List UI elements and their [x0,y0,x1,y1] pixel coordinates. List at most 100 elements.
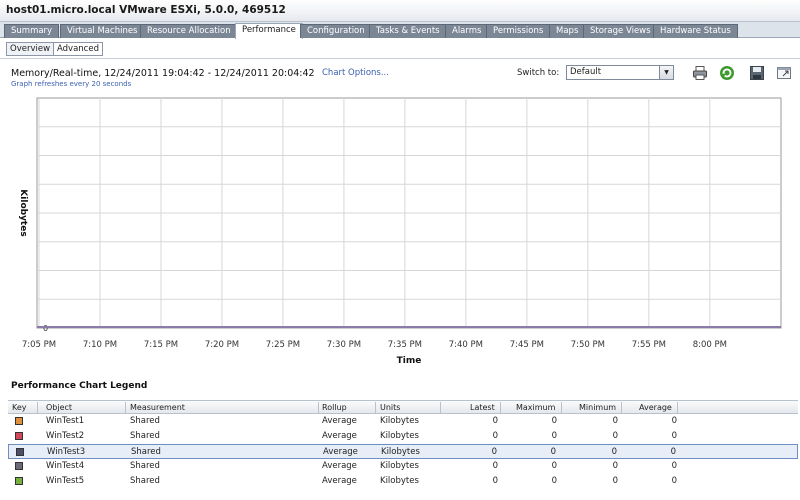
save-icon[interactable] [749,65,765,81]
x-tick-label: 7:55 PM [632,340,666,350]
switch-to-label: Switch to: [517,68,560,78]
col-maximum[interactable]: Maximum [516,402,555,414]
legend-cell-average: 0 [671,476,677,486]
legend-cell-maximum: 0 [551,461,557,471]
legend-cell-units: Kilobytes [381,447,420,457]
legend-cell-rollup: Average [322,431,357,441]
switch-to-value: Default [570,67,602,77]
legend-cell-object: WinTest3 [47,447,86,457]
legend-cell-measurement: Shared [130,416,160,426]
tab-summary[interactable]: Summary [4,24,60,38]
legend-cell-rollup: Average [322,476,357,486]
popout-icon[interactable] [776,65,792,81]
printer-icon[interactable] [692,65,708,81]
legend-cell-maximum: 0 [550,447,556,457]
refresh-note: Graph refreshes every 20 seconds [11,80,132,88]
x-tick-label: 7:40 PM [449,340,483,350]
legend-cell-units: Kilobytes [380,416,419,426]
legend-cell-minimum: 0 [612,431,618,441]
series-color-swatch [16,448,24,456]
x-tick-label: 7:50 PM [571,340,605,350]
legend-cell-minimum: 0 [611,447,617,457]
tab-alarms[interactable]: Alarms [445,24,489,38]
x-tick-label: 7:15 PM [144,340,178,350]
legend-cell-units: Kilobytes [380,431,419,441]
legend-cell-maximum: 0 [551,416,557,426]
col-units[interactable]: Units [380,402,400,414]
legend-cell-maximum: 0 [551,431,557,441]
subtab-advanced[interactable]: Advanced [53,42,103,56]
chart-title: Memory/Real-time, 12/24/2011 19:04:42 - … [11,68,315,79]
col-rollup[interactable]: Rollup [322,402,347,414]
x-tick-label: 7:20 PM [205,340,239,350]
x-tick-label: 7:05 PM [22,340,56,350]
legend-cell-measurement: Shared [130,431,160,441]
refresh-icon[interactable] [719,65,735,81]
col-object[interactable]: Object [46,402,72,414]
legend-cell-object: WinTest2 [46,431,85,441]
legend-cell-object: WinTest4 [46,461,85,471]
legend-table: Key Object Measurement Rollup Units Late… [8,400,798,489]
legend-row-wintest4[interactable]: WinTest4 Shared Average Kilobytes 0 0 0 0 [8,459,798,474]
tab-configuration[interactable]: Configuration [300,24,372,38]
tab-permissions[interactable]: Permissions [486,24,551,38]
window-title: host01.micro.local VMware ESXi, 5.0.0, 4… [6,4,286,16]
legend-cell-minimum: 0 [612,476,618,486]
legend-row-wintest1[interactable]: WinTest1 Shared Average Kilobytes 0 0 0 0 [8,414,798,429]
legend-rows: WinTest1 Shared Average Kilobytes 0 0 0 0 WinTes… [8,414,798,489]
legend-cell-minimum: 0 [612,416,618,426]
legend-cell-maximum: 0 [551,476,557,486]
legend-cell-measurement: Shared [130,476,160,486]
legend-cell-units: Kilobytes [380,476,419,486]
tab-resource-allocation[interactable]: Resource Allocation [140,24,238,38]
series-color-swatch [15,462,23,470]
legend-cell-latest: 0 [492,461,498,471]
x-tick-label: 7:30 PM [327,340,361,350]
tab-maps[interactable]: Maps [549,24,586,38]
legend-cell-average: 0 [670,447,676,457]
legend-row-wintest3[interactable]: WinTest3 Shared Average Kilobytes 0 0 0 0 [8,444,798,459]
col-average[interactable]: Average [639,402,672,414]
col-key[interactable]: Key [12,402,27,414]
tab-performance[interactable]: Performance [235,23,303,39]
x-tick-label: 8:00 PM [693,340,727,350]
y-axis-label: Kilobytes [18,189,28,236]
sub-tab-bar: Overview Advanced [0,39,800,59]
legend-cell-latest: 0 [491,447,497,457]
legend-cell-measurement: Shared [131,447,161,457]
main-tab-bar: Summary Virtual Machines Resource Allocati… [0,22,800,39]
col-minimum[interactable]: Minimum [579,402,616,414]
legend-row-wintest2[interactable]: WinTest2 Shared Average Kilobytes 0 0 0 0 [8,429,798,444]
tab-storage-views[interactable]: Storage Views [583,24,658,38]
legend-cell-average: 0 [671,461,677,471]
legend-header-row: Key Object Measurement Rollup Units Late… [8,400,798,414]
chart-options-link[interactable]: Chart Options... [322,68,389,78]
chevron-down-icon[interactable]: ▼ [659,66,673,79]
legend-cell-average: 0 [671,416,677,426]
legend-cell-units: Kilobytes [380,461,419,471]
legend-cell-average: 0 [671,431,677,441]
y-tick-label: 0 [43,324,48,333]
legend-cell-measurement: Shared [130,461,160,471]
legend-cell-rollup: Average [323,447,358,457]
legend-cell-latest: 0 [492,416,498,426]
tab-virtual-machines[interactable]: Virtual Machines [60,24,145,38]
col-measurement[interactable]: Measurement [130,402,185,414]
legend-title: Performance Chart Legend [11,381,148,391]
x-tick-label: 7:10 PM [83,340,117,350]
series-color-swatch [15,432,23,440]
legend-cell-rollup: Average [322,461,357,471]
subtab-overview[interactable]: Overview [6,42,55,56]
performance-chart: 7:05 PM 7:10 PM 7:15 PM 7:20 PM 7:25 PM 7:30 … [18,97,782,366]
series-color-swatch [15,477,23,485]
tab-tasks-events[interactable]: Tasks & Events [369,24,447,38]
series-color-swatch [15,417,23,425]
legend-cell-object: WinTest1 [46,416,85,426]
x-tick-label: 7:25 PM [266,340,300,350]
tab-hardware-status[interactable]: Hardware Status [653,24,738,38]
x-axis-label: Time [397,356,422,366]
legend-cell-object: WinTest5 [46,476,85,486]
col-latest[interactable]: Latest [470,402,495,414]
legend-row-wintest5[interactable]: WinTest5 Shared Average Kilobytes 0 0 0 0 [8,474,798,489]
switch-to-select[interactable]: Default ▼ [566,65,674,80]
